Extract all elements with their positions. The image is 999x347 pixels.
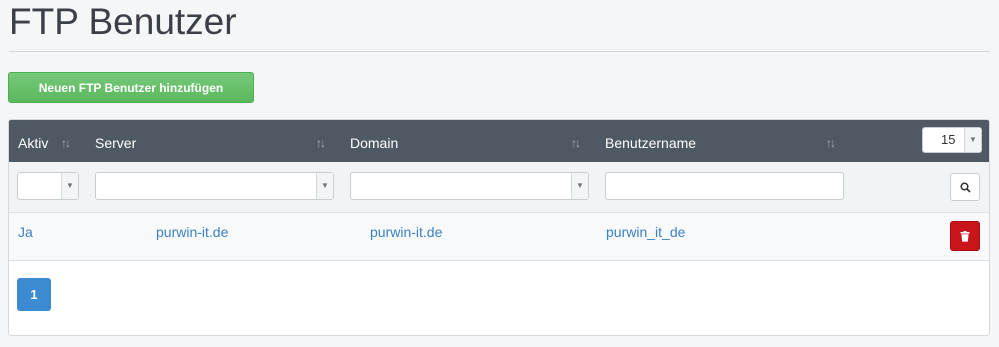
page-title: FTP Benutzer (9, 1, 237, 42)
sort-icon[interactable]: ↑↓ (316, 120, 326, 162)
add-ftp-user-button[interactable]: Neuen FTP Benutzer hinzufügen (8, 72, 254, 103)
page-size-select[interactable]: 15 ▼ (922, 127, 982, 153)
filter-row: ▼ ▼ ▼ (9, 162, 989, 213)
chevron-down-icon: ▼ (316, 173, 333, 199)
filter-domain-select[interactable]: ▼ (350, 172, 589, 200)
chevron-down-icon: ▼ (571, 173, 588, 199)
page-size-value: 15 (941, 132, 956, 147)
sort-icon[interactable]: ↑↓ (61, 120, 71, 162)
search-icon (959, 181, 971, 193)
cell-domain[interactable]: purwin-it.de (370, 213, 442, 251)
cell-benutzername[interactable]: purwin_it_de (606, 213, 685, 251)
trash-icon (960, 230, 970, 242)
ftp-users-table: Aktiv ↑↓ Server ↑↓ Domain ↑↓ Benutzernam… (8, 119, 990, 336)
chevron-down-icon: ▼ (61, 173, 78, 199)
sort-icon[interactable]: ↑↓ (571, 120, 581, 162)
filter-benutzername-input[interactable] (605, 172, 844, 200)
column-header-server[interactable]: Server (95, 120, 136, 162)
column-header-domain[interactable]: Domain (350, 120, 398, 162)
table-header: Aktiv ↑↓ Server ↑↓ Domain ↑↓ Benutzernam… (9, 120, 989, 162)
sort-icon[interactable]: ↑↓ (826, 120, 836, 162)
chevron-down-icon: ▼ (964, 128, 981, 152)
cell-server[interactable]: purwin-it.de (156, 213, 228, 251)
delete-button[interactable] (950, 221, 980, 251)
search-button[interactable] (950, 173, 980, 201)
table-row: Ja purwin-it.de purwin-it.de purwin_it_d… (9, 213, 989, 261)
pagination-page-1[interactable]: 1 (17, 278, 51, 311)
filter-aktiv-select[interactable]: ▼ (17, 172, 79, 200)
column-header-aktiv[interactable]: Aktiv (18, 120, 48, 162)
title-divider (9, 51, 990, 52)
column-header-benutzername[interactable]: Benutzername (605, 120, 696, 162)
filter-server-select[interactable]: ▼ (95, 172, 334, 200)
cell-aktiv[interactable]: Ja (18, 213, 33, 251)
